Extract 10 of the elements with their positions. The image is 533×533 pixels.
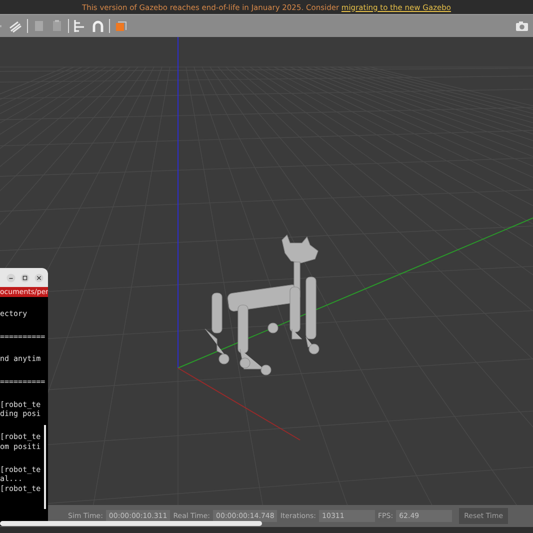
copy-icon[interactable] [32,19,46,33]
align-icon[interactable] [73,19,87,33]
3d-scene-view[interactable] [0,37,533,505]
camera-icon[interactable] [515,19,529,33]
paste-icon[interactable] [50,19,64,33]
magnet-icon[interactable] [91,19,105,33]
layers-icon[interactable] [9,19,23,33]
snap-box-icon[interactable] [114,19,128,33]
scrollbar[interactable] [44,425,46,509]
scrollbar[interactable] [0,521,262,526]
